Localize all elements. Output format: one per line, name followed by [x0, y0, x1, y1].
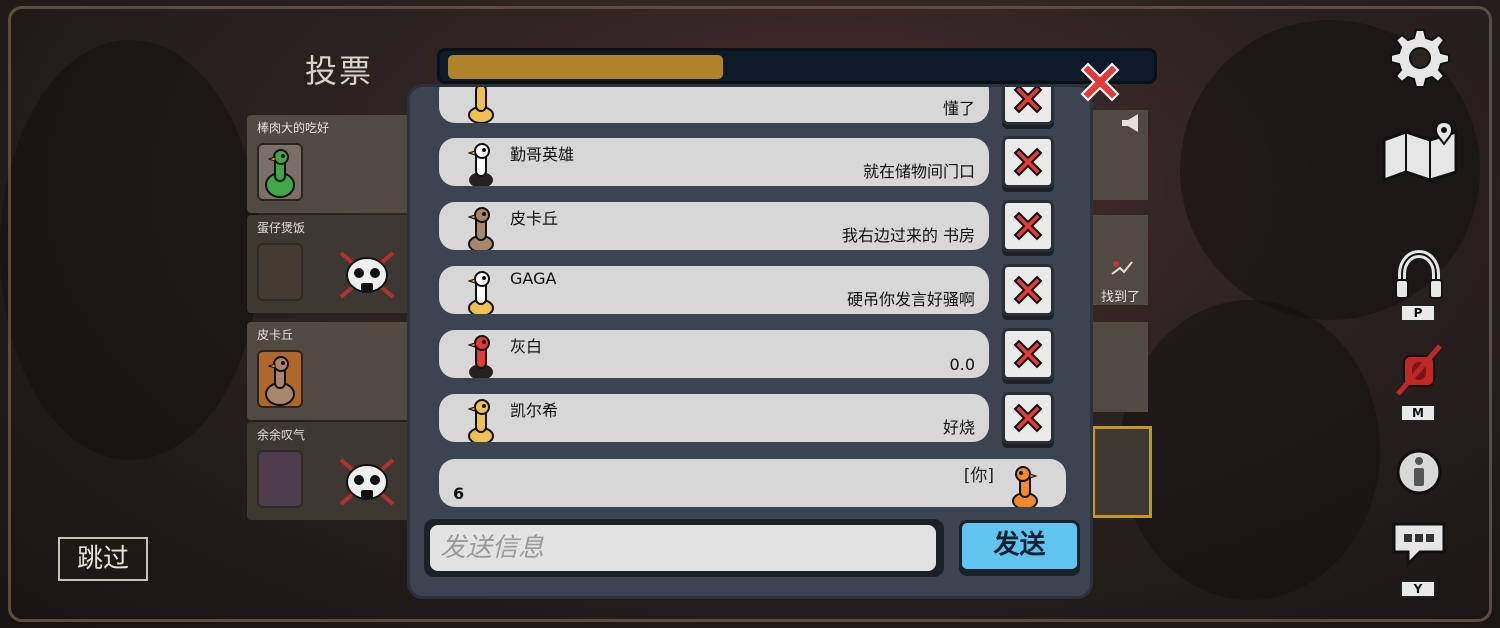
player-card-partial-selected[interactable] — [1092, 426, 1152, 518]
chat-message: 勤哥英雄 就在储物间门口 — [439, 138, 989, 186]
send-button[interactable]: 发送 — [959, 520, 1080, 572]
headphones-icon[interactable] — [1394, 250, 1444, 300]
goose-avatar-icon — [467, 207, 494, 250]
chat-message: 懂了 — [439, 87, 989, 123]
red-x-icon — [1013, 403, 1043, 433]
message-sender: 凯尔希 — [510, 401, 559, 420]
player-portrait — [257, 243, 303, 301]
goose-avatar-icon — [467, 335, 493, 378]
red-x-icon — [1013, 147, 1043, 177]
mic-key-label: M — [1400, 404, 1436, 422]
message-text: 6 — [453, 484, 465, 503]
message-sender: 灰白 — [510, 337, 543, 356]
player-name: 蛋仔煲饭 — [257, 221, 306, 235]
player-card[interactable]: 皮卡丘 — [247, 322, 412, 420]
chat-message: 皮卡丘 我右边过来的 书房 — [439, 202, 989, 250]
player-card-partial[interactable] — [1092, 322, 1148, 412]
message-text: 0.0 — [949, 355, 975, 374]
message-text: 就在储物间门口 — [862, 162, 975, 181]
player-portrait — [257, 450, 303, 508]
report-message-button[interactable] — [1002, 264, 1054, 316]
goose-avatar-icon — [467, 399, 494, 442]
chat-message: 灰白 0.0 — [439, 330, 989, 378]
chat-message: 凯尔希 好烧 — [439, 394, 989, 442]
report-message-button[interactable] — [1002, 392, 1054, 444]
message-sender: GAGA — [510, 269, 557, 288]
vote-timer-bar — [437, 48, 1157, 84]
player-card[interactable]: 棒肉大的吃好 — [247, 115, 412, 213]
message-text: 硬吊你发言好骚啊 — [846, 290, 975, 309]
player-name: 余余叹气 — [257, 428, 306, 442]
player-card-dead[interactable]: 蛋仔煲饭 — [247, 215, 412, 313]
message-sender: 勤哥英雄 — [510, 145, 575, 164]
chat-panel: 懂了 勤哥英雄 就在储物间门口 皮卡丘 我右边过来的 书房 GAGA 硬吊你发言… — [407, 84, 1093, 599]
found-label: 找到了 — [1101, 290, 1141, 305]
chat-message-own: 6 [你] — [439, 459, 1066, 507]
own-message-label: [你] — [963, 466, 994, 486]
vote-title: 投票 — [305, 52, 374, 90]
goose-avatar-icon — [265, 149, 295, 198]
chat-key-label: Y — [1400, 580, 1436, 598]
dead-skull-icon — [339, 251, 395, 299]
map-icon[interactable] — [1380, 120, 1460, 184]
goose-avatar-icon — [468, 87, 494, 123]
player-name: 棒肉大的吃好 — [257, 121, 330, 135]
message-input[interactable] — [430, 525, 936, 571]
message-text: 懂了 — [942, 99, 975, 118]
red-x-icon — [1013, 275, 1043, 305]
report-message-button[interactable] — [1002, 200, 1054, 252]
player-card-partial[interactable] — [1092, 110, 1148, 200]
chat-message: GAGA 硬吊你发言好骚啊 — [439, 266, 989, 314]
player-name: 皮卡丘 — [257, 328, 294, 342]
message-input-wrapper — [424, 519, 944, 577]
headphones-key-label: P — [1400, 304, 1436, 322]
info-icon[interactable] — [1395, 448, 1443, 496]
report-message-button[interactable] — [1002, 328, 1054, 380]
report-message-button[interactable] — [1002, 87, 1054, 125]
player-card-dead[interactable]: 余余叹气 — [247, 422, 412, 520]
vote-timer-fill — [448, 55, 723, 79]
goose-avatar-icon — [1012, 466, 1038, 507]
red-x-icon — [1013, 211, 1043, 241]
message-sender: 皮卡丘 — [510, 209, 559, 228]
dead-skull-icon — [339, 458, 395, 506]
gear-icon[interactable] — [1390, 28, 1450, 88]
skip-vote-button[interactable]: 跳过 — [58, 537, 148, 581]
message-text: 好烧 — [942, 418, 975, 437]
red-x-icon — [1013, 339, 1043, 369]
close-chat-icon[interactable] — [1078, 60, 1122, 104]
player-portrait — [257, 143, 303, 201]
goose-avatar-icon — [467, 271, 494, 314]
goose-avatar-icon — [265, 356, 295, 406]
goose-avatar-icon — [467, 143, 493, 186]
report-body-icon — [1111, 261, 1133, 275]
chat-icon[interactable] — [1390, 520, 1448, 568]
report-message-button[interactable] — [1002, 136, 1054, 188]
message-text: 我右边过来的 书房 — [841, 226, 975, 245]
mic-muted-icon[interactable] — [1392, 342, 1446, 398]
player-portrait — [257, 350, 303, 408]
red-x-icon — [1013, 87, 1043, 114]
megaphone-icon — [1122, 114, 1138, 132]
